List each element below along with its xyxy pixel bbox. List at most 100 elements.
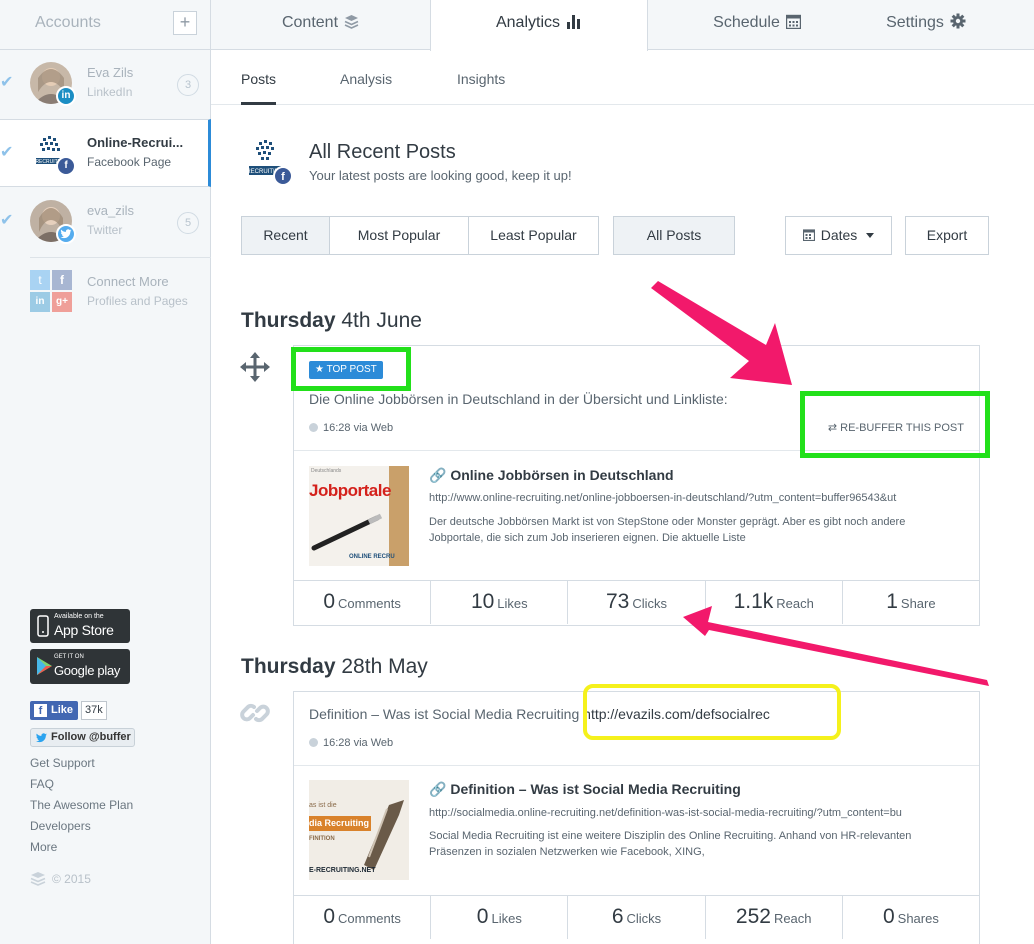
stat-label: Clicks: [632, 596, 668, 611]
gear-icon: [950, 13, 966, 29]
twitter-follow-button[interactable]: Follow @buffer: [30, 728, 135, 747]
stat-likes: 10 Likes: [431, 581, 569, 624]
account-eva-zils-linkedin[interactable]: ✔ in Eva Zils LinkedIn 3: [0, 50, 211, 118]
connect-more-button[interactable]: t f in g+ Connect More Profiles and Page…: [0, 259, 211, 327]
link-thumbnail[interactable]: as ist die dia Recruiting FINITION E-REC…: [309, 780, 409, 880]
account-name: eva_zils: [87, 203, 134, 218]
filter-recent-button[interactable]: Recent: [241, 216, 330, 255]
link-description: Social Media Recruiting ist eine weitere…: [429, 830, 912, 858]
tab-schedule[interactable]: Schedule: [648, 0, 866, 50]
tab-analytics[interactable]: Analytics: [430, 0, 648, 51]
export-button[interactable]: Export: [905, 216, 989, 255]
day-date: 4th June: [341, 309, 422, 332]
account-name: Online-Recrui...: [87, 135, 184, 150]
thumbnail-caption: Deutschlands: [311, 468, 342, 474]
stat-reach: 252 Reach: [706, 896, 843, 939]
app-store-button[interactable]: Available on the App Store: [30, 609, 130, 643]
queue-count-badge: 3: [177, 74, 199, 96]
move-icon[interactable]: [240, 352, 270, 382]
link-url[interactable]: http://www.online-recruiting.net/online-…: [429, 492, 979, 504]
google-play-line2: Google play: [54, 663, 121, 678]
stat-value: 1.1k: [733, 590, 774, 613]
thumbnail-line3: FINITION: [309, 836, 335, 842]
stat-shares: 1 Share: [843, 581, 979, 624]
filter-all-posts-button[interactable]: All Posts: [613, 216, 735, 255]
app-store-line2: App Store: [54, 622, 114, 638]
stat-label: Shares: [897, 911, 939, 926]
post-stats: 0 Comments 10 Likes 73 Clicks 1.1k Reach 1 Sh…: [294, 580, 979, 624]
check-icon: ✔: [0, 212, 14, 229]
link-icon: 🔗: [429, 467, 447, 483]
link-title[interactable]: 🔗 Definition – Was ist Social Media Recr…: [429, 781, 741, 798]
stat-comments: 0 Comments: [294, 581, 432, 624]
day-date: 28th May: [341, 655, 428, 678]
stat-label: Likes: [497, 596, 528, 611]
tab-label: Schedule: [713, 14, 780, 31]
like-count: 37k: [81, 701, 107, 720]
link-more[interactable]: More: [30, 840, 57, 854]
top-navigation: Content Analytics Schedule Settings: [211, 0, 1034, 51]
twitter-icon: [56, 224, 76, 244]
like-label: Like: [51, 704, 74, 716]
stat-clicks: 6 Clicks: [568, 896, 706, 939]
active-subtab-indicator: [241, 102, 276, 105]
stat-value: 0: [882, 905, 895, 928]
dates-dropdown[interactable]: Dates: [785, 216, 892, 255]
connect-more-title: Connect More: [87, 274, 169, 289]
thumbnail-title: Jobportale: [309, 481, 391, 500]
stat-likes: 0 Likes: [431, 896, 569, 939]
filter-most-popular-button[interactable]: Most Popular: [329, 216, 469, 255]
stat-label: Reach: [776, 596, 814, 611]
link-get-support[interactable]: Get Support: [30, 756, 95, 770]
follow-label: Follow @buffer: [51, 731, 131, 743]
post-meta: 16:28 via Web: [309, 737, 393, 749]
stat-clicks: 73 Clicks: [568, 581, 706, 624]
add-account-button[interactable]: +: [173, 11, 197, 35]
stat-value: 252: [735, 905, 771, 928]
stat-value: 0: [323, 905, 336, 928]
account-eva-zils-twitter[interactable]: ✔ eva_zils Twitter 5: [0, 188, 211, 256]
page-subtitle: Your latest posts are looking good, keep…: [309, 168, 572, 183]
stat-label: Share: [900, 596, 936, 611]
post-text-plain: Definition – Was ist Social Media Recrui…: [309, 706, 580, 722]
sidebar-title: Accounts: [35, 14, 101, 31]
dates-label: Dates: [820, 227, 858, 243]
account-network: Facebook Page: [87, 155, 172, 169]
subtab-analysis[interactable]: Analysis: [340, 71, 392, 87]
google-play-line1: GET IT ON: [54, 654, 84, 660]
sidebar-header: Accounts +: [0, 0, 210, 50]
tab-settings[interactable]: Settings: [866, 0, 986, 50]
link-awesome-plan[interactable]: The Awesome Plan: [30, 798, 133, 812]
app-store-line1: Available on the: [54, 613, 104, 620]
day-heading: Thursday 28th May: [241, 655, 428, 679]
tab-label: Settings: [886, 14, 944, 31]
link-title-text: Definition – Was ist Social Media Recrui…: [450, 781, 741, 797]
connect-more-subtitle: Profiles and Pages: [87, 294, 188, 308]
account-name: Eva Zils: [87, 65, 134, 80]
link-icon: 🔗: [429, 781, 447, 797]
subtab-posts[interactable]: Posts: [241, 71, 276, 87]
facebook-like-button[interactable]: f Like: [30, 701, 78, 720]
tab-content[interactable]: Content: [211, 0, 430, 50]
stat-label: Comments: [338, 911, 401, 926]
link-url[interactable]: http://socialmedia.online-recruiting.net…: [429, 807, 979, 819]
profile-avatar: RECRUITING f: [243, 138, 293, 186]
play-icon: [37, 657, 52, 675]
clock-icon: [309, 738, 318, 747]
stat-value: 10: [470, 590, 495, 613]
subtab-insights[interactable]: Insights: [457, 71, 505, 87]
google-play-button[interactable]: GET IT ON Google play: [30, 649, 130, 684]
highlight-top-post: [291, 347, 411, 391]
account-online-recruiting-facebook[interactable]: ✔ RECRUITING f Online-Recrui... Facebook…: [0, 119, 211, 187]
facebook-icon: f: [56, 156, 76, 176]
link-faq[interactable]: FAQ: [30, 777, 54, 791]
linkedin-icon: in: [56, 86, 76, 106]
filter-least-popular-button[interactable]: Least Popular: [468, 216, 599, 255]
link-title[interactable]: 🔗 Online Jobbörsen in Deutschland: [429, 467, 674, 484]
link-developers[interactable]: Developers: [30, 819, 91, 833]
buffer-logo-icon: [30, 872, 46, 886]
twitter-icon: [36, 733, 47, 743]
thumbnail-brand: ONLINE RECRU: [349, 554, 395, 560]
day-weekday: Thursday: [241, 309, 336, 332]
link-thumbnail[interactable]: Deutschlands Jobportale ONLINE RECRU: [309, 466, 409, 566]
